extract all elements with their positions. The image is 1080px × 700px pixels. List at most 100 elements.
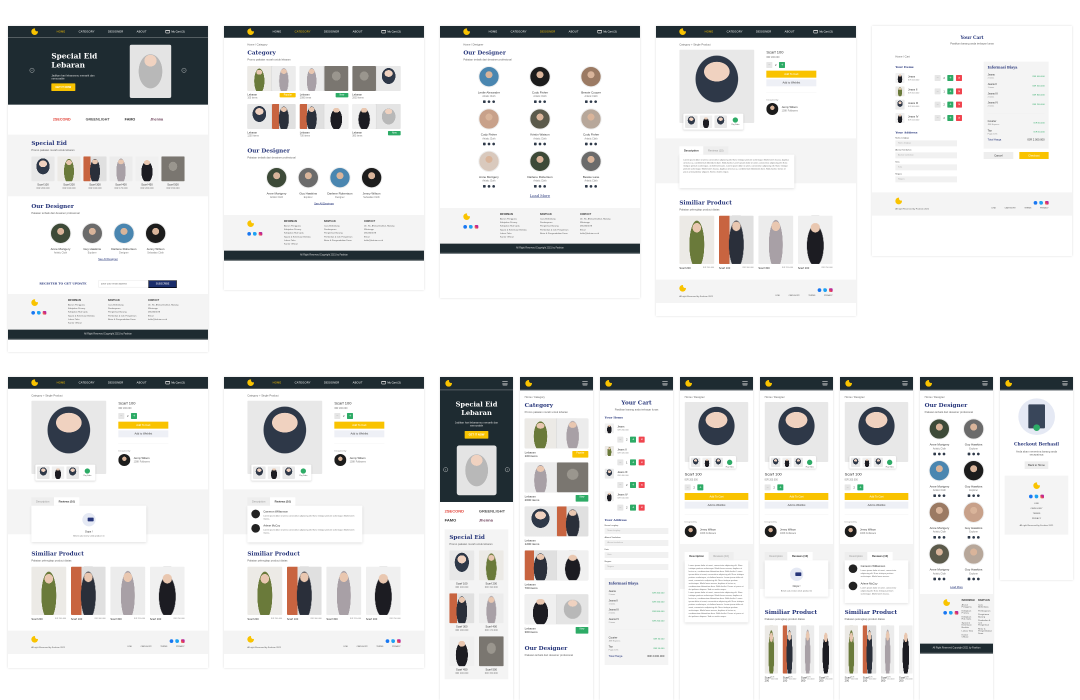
category-card[interactable]: Lebaran 300 items New xyxy=(352,103,401,137)
quantity-stepper[interactable]: −2 + × xyxy=(934,74,963,81)
increase-qty-button[interactable]: + xyxy=(777,484,784,491)
footer-link[interactable]: TERMS xyxy=(376,646,383,648)
nav-link-category[interactable]: CATEGORY xyxy=(295,381,311,384)
category-card[interactable]: Lebaran 1200 items xyxy=(247,103,296,137)
designer-card[interactable]: Bessie Cooper Artistic Cloth xyxy=(573,65,610,103)
twitter-icon[interactable] xyxy=(543,100,546,103)
product-designer[interactable]: Jenny Wilson 100K Followers xyxy=(764,525,829,538)
designer-card[interactable]: Anne Mortgery Artistic Cloth xyxy=(925,543,954,581)
product-card[interactable]: Scarf 500 IDR 150.000 xyxy=(161,156,185,190)
facebook-icon[interactable] xyxy=(938,535,941,539)
footer-link[interactable]: PRIVACY xyxy=(1040,207,1049,209)
cart-button[interactable]: My Cart (3) xyxy=(165,29,185,34)
footer-link[interactable]: CATEGORY xyxy=(1005,207,1016,209)
footer-link[interactable]: Pembayaran xyxy=(978,610,992,612)
similar-product-card[interactable]: Scarf 200 IDR 250.000 xyxy=(819,625,833,682)
footer-link[interactable]: Syarat & Ketentuan Berlaku xyxy=(284,236,321,238)
play-video-button[interactable]: Play Video xyxy=(297,466,310,479)
prev-arrow-icon[interactable]: ‹ xyxy=(29,67,35,73)
footer-link[interactable]: Pembelian & Cek Pengiriman xyxy=(540,229,577,231)
footer-link[interactable]: Kantor Official xyxy=(500,236,537,238)
address-input-1[interactable]: Alamat tambahan xyxy=(895,152,957,159)
footer-link[interactable]: PRIVACY xyxy=(1005,517,1069,519)
instagram-icon[interactable] xyxy=(180,639,185,643)
footer-link[interactable]: Aturan Pengguna xyxy=(68,304,105,306)
footer-link[interactable]: Kebijakan Hak Cipta xyxy=(284,232,321,234)
facebook-icon[interactable] xyxy=(972,577,975,581)
similar-product-card[interactable]: Scarf 200 IDR 200.000 xyxy=(31,566,66,621)
twitter-icon[interactable] xyxy=(594,184,598,188)
checkout-button[interactable]: Checkout xyxy=(1019,151,1049,159)
nav-link-home[interactable]: HOME xyxy=(273,30,282,33)
tab-reviews[interactable]: Reviews (10) xyxy=(703,146,729,155)
footer-link[interactable]: LINK xyxy=(1005,502,1069,504)
twitter-icon[interactable] xyxy=(594,142,598,146)
footer-link[interactable]: Kebijakan Privacy xyxy=(500,221,537,223)
decrease-qty-button[interactable]: − xyxy=(844,484,851,491)
similar-product-card[interactable]: Scarf 200 IDR 250.000 xyxy=(797,215,833,270)
see-all-designer-link[interactable]: See All Designer xyxy=(247,202,400,205)
instagram-icon[interactable] xyxy=(967,577,971,581)
nav-link-category[interactable]: CATEGORY xyxy=(727,30,743,33)
tab-description[interactable]: Description xyxy=(764,551,788,561)
instagram-icon[interactable] xyxy=(933,494,937,497)
footer-link[interactable]: LINK xyxy=(344,646,348,648)
brand-logo[interactable] xyxy=(247,218,256,227)
tab-reviews[interactable]: Reviews (10) xyxy=(867,551,893,561)
footer-link[interactable]: Pengiriman Barang xyxy=(540,225,577,227)
footer-link[interactable]: Cara Berbelanja xyxy=(978,604,992,609)
play-video-button[interactable]: Play Video xyxy=(885,458,894,468)
similar-product-card[interactable]: Scarf 300 IDR 210.000 xyxy=(326,566,362,621)
product-card[interactable]: Scarf 100 IDR 200.000 xyxy=(31,156,55,190)
footer-link[interactable]: Kebijakan Hak Cipta xyxy=(962,616,975,621)
footer-link[interactable]: hello@fashion.co.id xyxy=(580,232,617,234)
brand-logo[interactable] xyxy=(463,26,472,35)
menu-icon[interactable] xyxy=(502,381,508,386)
designer-card[interactable]: Leslie Alexander Artistic Cloth xyxy=(471,65,508,103)
tab-description[interactable]: Description xyxy=(684,551,709,561)
designer-card[interactable]: Anne Mortgery Artistic Cloth xyxy=(925,459,954,497)
footer-link[interactable]: Lokasi Toko xyxy=(68,318,105,320)
quantity-stepper[interactable]: −2 + xyxy=(844,484,909,491)
designer-card[interactable]: Bessie Lane Artistic Cloth xyxy=(573,150,610,188)
footer-link[interactable]: Pembayaran xyxy=(108,307,145,309)
quantity-stepper[interactable]: −2 + xyxy=(684,484,749,491)
product-designer[interactable]: Jenny Wilson 100K Followers xyxy=(334,453,384,466)
facebook-icon[interactable] xyxy=(938,577,941,581)
footer-link[interactable]: Retur & Pengembalian Dana xyxy=(978,628,992,635)
facebook-icon[interactable] xyxy=(972,494,975,497)
increase-qty-button[interactable]: + xyxy=(947,88,954,95)
product-designer[interactable]: Jenny Wilson 100K Followers xyxy=(118,453,168,466)
nav-link-designer[interactable]: DESIGNER xyxy=(756,30,771,33)
menu-icon[interactable] xyxy=(582,381,588,386)
footer-link[interactable]: Kantor Official xyxy=(962,634,975,639)
decrease-qty-button[interactable]: − xyxy=(617,459,624,466)
facebook-icon[interactable] xyxy=(247,231,251,236)
instagram-icon[interactable] xyxy=(828,288,833,292)
add-to-cart-button[interactable]: Add To Cart xyxy=(334,421,385,429)
designer-card[interactable]: Guy Hawkins Explorer xyxy=(959,543,988,581)
brand-logo[interactable] xyxy=(925,378,934,387)
twitter-icon[interactable] xyxy=(492,184,495,188)
menu-icon[interactable] xyxy=(982,381,988,386)
footer-link[interactable]: Pembelian & Cek Pengiriman xyxy=(324,236,361,238)
designer-card[interactable]: Jenny Wilson Sebastian Cloth xyxy=(140,222,172,254)
cart-button[interactable]: My Cart (3) xyxy=(813,29,833,34)
footer-link[interactable]: hello@fashion.co.id xyxy=(364,239,401,241)
footer-link[interactable]: Syarat & Ketentuan Berlaku xyxy=(68,315,105,317)
designer-card[interactable]: Kristin Watson Artistic Cloth xyxy=(522,108,559,146)
increase-qty-button[interactable]: + xyxy=(347,412,354,419)
footer-link[interactable]: Cara Berbelanja xyxy=(108,304,145,306)
instagram-icon[interactable] xyxy=(954,610,959,615)
brand-logo[interactable] xyxy=(31,297,40,306)
facebook-icon[interactable] xyxy=(538,100,542,103)
footer-link[interactable]: Jln. Kh. Ahmad Dahlan, Malang xyxy=(580,218,617,220)
footer-link[interactable]: TERMS xyxy=(1005,512,1069,514)
add-to-cart-button[interactable]: Add To Cart xyxy=(844,492,909,500)
increase-qty-button[interactable]: + xyxy=(630,436,637,443)
decrease-qty-button[interactable]: − xyxy=(764,484,771,491)
twitter-icon[interactable] xyxy=(1039,200,1043,205)
play-video-button[interactable]: Play Video xyxy=(805,458,814,468)
twitter-icon[interactable] xyxy=(543,184,546,188)
category-card[interactable]: Lebaran 100 items Popular xyxy=(524,418,589,458)
